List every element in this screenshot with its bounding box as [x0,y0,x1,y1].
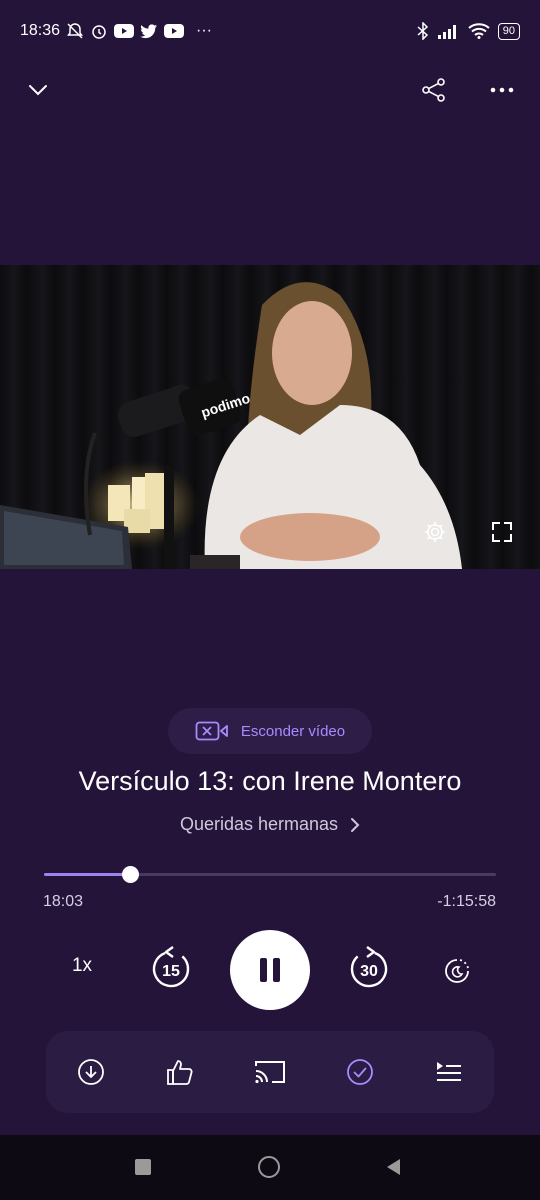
show-link[interactable]: Queridas hermanas [0,814,540,835]
video-player[interactable]: podimo [0,265,540,569]
sleep-timer-button[interactable] [440,954,474,988]
status-bar: 18:36 ··· 90 [0,0,540,64]
alarm-icon [92,25,106,39]
signal-icon [437,25,456,39]
video-settings-button[interactable] [421,518,449,546]
system-nav-bar [0,1135,540,1200]
episode-title: Versículo 13: con Irene Montero [78,766,462,796]
collapse-player-button[interactable] [22,74,54,106]
mark-played-icon [346,1059,373,1085]
forward-30-button[interactable]: 30 [346,946,392,992]
fullscreen-icon [492,522,512,542]
download-icon [77,1059,104,1085]
cast-icon [254,1061,285,1084]
wifi-icon [468,23,490,39]
hide-video-label: Esconder vídeo [240,722,346,740]
back-icon[interactable] [384,1157,402,1177]
like-icon [167,1060,193,1085]
fullscreen-button[interactable] [488,518,516,546]
progress-fill [44,873,130,876]
battery-indicator: 90 [497,22,520,40]
cast-button[interactable] [250,1052,290,1092]
pause-button[interactable] [230,930,310,1010]
progress-thumb[interactable] [121,866,139,883]
playback-speed-button[interactable]: 1x [60,955,104,977]
youtube-icon [114,24,134,38]
share-icon [422,78,445,102]
twitter-icon [140,23,157,38]
queue-icon [437,1062,462,1081]
video-frame: podimo [0,282,462,569]
mark-played-button[interactable] [340,1052,380,1092]
more-horizontal-icon [490,87,514,93]
youtube-icon [164,24,184,38]
download-button[interactable] [71,1052,111,1092]
rewind-seconds: 15 [162,963,180,980]
forward-seconds: 30 [360,963,378,980]
rewind-15-button[interactable]: 15 [148,946,194,992]
gear-icon [425,522,445,542]
bluetooth-icon [417,22,428,40]
more-options-button[interactable] [486,74,518,106]
share-button[interactable] [418,74,450,106]
home-button[interactable] [258,1156,280,1178]
more-notifications: ··· [196,22,212,39]
hide-video-button[interactable]: Esconder vídeo [168,708,372,754]
video-off-icon [195,721,228,741]
queue-button[interactable] [429,1052,469,1092]
action-toolbar [46,1031,494,1113]
chevron-down-icon [29,85,47,96]
status-time: 18:36 [20,22,61,39]
pause-icon [260,958,280,982]
remaining-time: -1:15:58 [437,893,496,910]
bell-off-icon [67,23,83,39]
elapsed-time: 18:03 [43,893,84,910]
recents-button[interactable] [135,1159,151,1175]
show-name: Queridas hermanas [179,814,339,834]
chevron-right-icon [351,817,360,832]
system-icons: 90 [416,22,520,40]
like-button[interactable] [160,1052,200,1092]
notification-icons: ··· [66,22,212,40]
sleep-timer-icon [445,959,469,983]
progress-bar[interactable] [44,866,496,883]
